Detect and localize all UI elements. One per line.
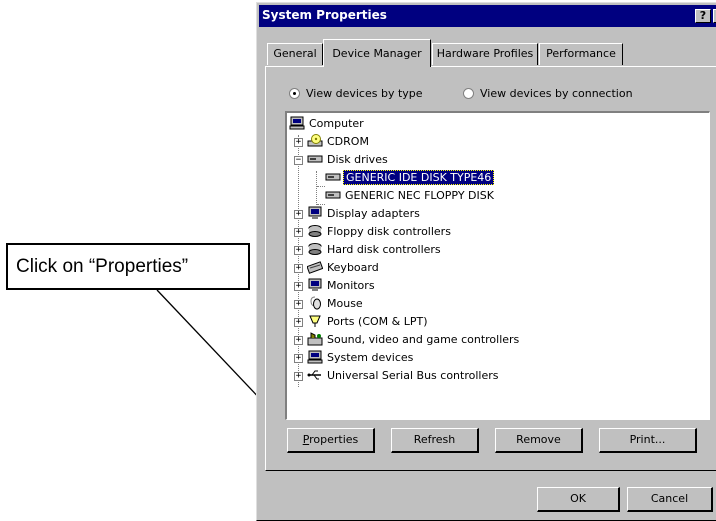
expand-icon[interactable]: + — [294, 282, 303, 291]
tree-item-monitors[interactable]: + Monitors — [287, 277, 707, 295]
expand-icon[interactable]: + — [294, 246, 303, 255]
expand-icon[interactable]: + — [294, 138, 303, 147]
refresh-button[interactable]: Refresh — [391, 428, 479, 453]
ok-button[interactable]: OK — [537, 487, 620, 512]
tree-item-label: Monitors — [327, 279, 375, 292]
mouse-icon — [310, 296, 321, 310]
tree-item-floppy-controllers[interactable]: + Floppy disk controllers — [287, 223, 707, 241]
device-tree[interactable]: Computer + CDROM − Disk drives GENERIC I… — [285, 111, 710, 420]
radio-unselected-indicator — [463, 88, 474, 99]
expand-icon[interactable]: + — [294, 300, 303, 309]
system-icon — [307, 350, 323, 364]
expand-icon[interactable]: + — [294, 228, 303, 237]
properties-button-label: roperties — [309, 433, 359, 446]
controller-icon — [308, 225, 322, 237]
tree-item-ports[interactable]: + Ports (COM & LPT) — [287, 313, 707, 331]
callout-text: Click on “Properties” — [16, 256, 189, 277]
monitor-icon — [308, 278, 322, 291]
expand-icon[interactable]: + — [294, 336, 303, 345]
callout-box: Click on “Properties” — [6, 243, 250, 290]
expand-icon[interactable]: + — [294, 264, 303, 273]
tree-item-label: GENERIC NEC FLOPPY DISK — [345, 189, 494, 202]
keyboard-icon — [307, 261, 323, 274]
tab-performance[interactable]: Performance — [539, 43, 623, 65]
computer-icon — [289, 116, 305, 130]
title-bar[interactable]: System Properties ? ✕ — [259, 5, 716, 27]
window-title: System Properties — [262, 8, 387, 22]
properties-button[interactable]: Properties — [287, 428, 375, 453]
cdrom-icon — [307, 134, 323, 147]
tree-item-label: Floppy disk controllers — [327, 225, 451, 238]
tab-general[interactable]: General — [267, 43, 323, 65]
tree-item-hard-disk-controllers[interactable]: + Hard disk controllers — [287, 241, 707, 259]
tree-item-label: Computer — [309, 117, 364, 130]
radio-view-by-type-label: View devices by type — [306, 87, 423, 100]
tree-item-label: Disk drives — [327, 153, 388, 166]
collapse-icon[interactable]: − — [294, 156, 303, 165]
expand-icon[interactable]: + — [294, 318, 303, 327]
tree-item-disk-drives[interactable]: − Disk drives — [287, 151, 707, 169]
cancel-button[interactable]: Cancel — [627, 487, 713, 512]
tree-item-display-adapters[interactable]: + Display adapters — [287, 205, 707, 223]
system-properties-window: System Properties ? ✕ General Device Man… — [256, 2, 716, 521]
tree-item-label: Universal Serial Bus controllers — [327, 369, 499, 382]
radio-selected-indicator — [289, 88, 300, 99]
expand-icon[interactable]: + — [294, 354, 303, 363]
tree-item-generic-nec-floppy[interactable]: GENERIC NEC FLOPPY DISK — [287, 187, 707, 205]
tab-device-manager[interactable]: Device Manager — [323, 39, 431, 67]
tree-item-mouse[interactable]: + Mouse — [287, 295, 707, 313]
expand-icon[interactable]: + — [294, 372, 303, 381]
radio-view-by-connection-label: View devices by connection — [480, 87, 633, 100]
radio-view-by-connection[interactable]: View devices by connection — [463, 87, 633, 100]
tree-item-label: Mouse — [327, 297, 363, 310]
tree-item-keyboard[interactable]: + Keyboard — [287, 259, 707, 277]
tree-item-usb-controllers[interactable]: + Universal Serial Bus controllers — [287, 367, 707, 385]
tree-item-label: Ports (COM & LPT) — [327, 315, 428, 328]
tree-item-label: CDROM — [327, 135, 369, 148]
controller-icon — [308, 243, 322, 255]
port-icon — [309, 315, 321, 327]
print-button[interactable]: Print... — [599, 428, 697, 453]
tree-item-sound[interactable]: + Sound, video and game controllers — [287, 331, 707, 349]
disk-drive-icon — [307, 155, 323, 163]
tree-item-label-selected: GENERIC IDE DISK TYPE46 — [343, 170, 495, 185]
tree-item-label: Display adapters — [327, 207, 420, 220]
tree-item-system-devices[interactable]: + System devices — [287, 349, 707, 367]
tree-item-computer[interactable]: Computer — [287, 115, 707, 133]
tab-hardware-profiles[interactable]: Hardware Profiles — [432, 43, 538, 65]
remove-button[interactable]: Remove — [495, 428, 583, 453]
tree-item-label: System devices — [327, 351, 414, 364]
usb-icon — [307, 370, 321, 380]
radio-view-by-type[interactable]: View devices by type — [289, 87, 423, 100]
help-button[interactable]: ? — [695, 9, 711, 23]
tree-item-label: Keyboard — [327, 261, 379, 274]
sound-icon — [307, 332, 323, 346]
monitor-icon — [308, 206, 322, 219]
tree-item-cdrom[interactable]: + CDROM — [287, 133, 707, 151]
tree-item-generic-ide-disk[interactable]: GENERIC IDE DISK TYPE46 — [287, 169, 707, 187]
disk-drive-icon — [325, 191, 341, 199]
disk-drive-icon — [325, 173, 341, 181]
tree-item-label: Hard disk controllers — [327, 243, 441, 256]
expand-icon[interactable]: + — [294, 210, 303, 219]
tree-item-label: Sound, video and game controllers — [327, 333, 520, 346]
